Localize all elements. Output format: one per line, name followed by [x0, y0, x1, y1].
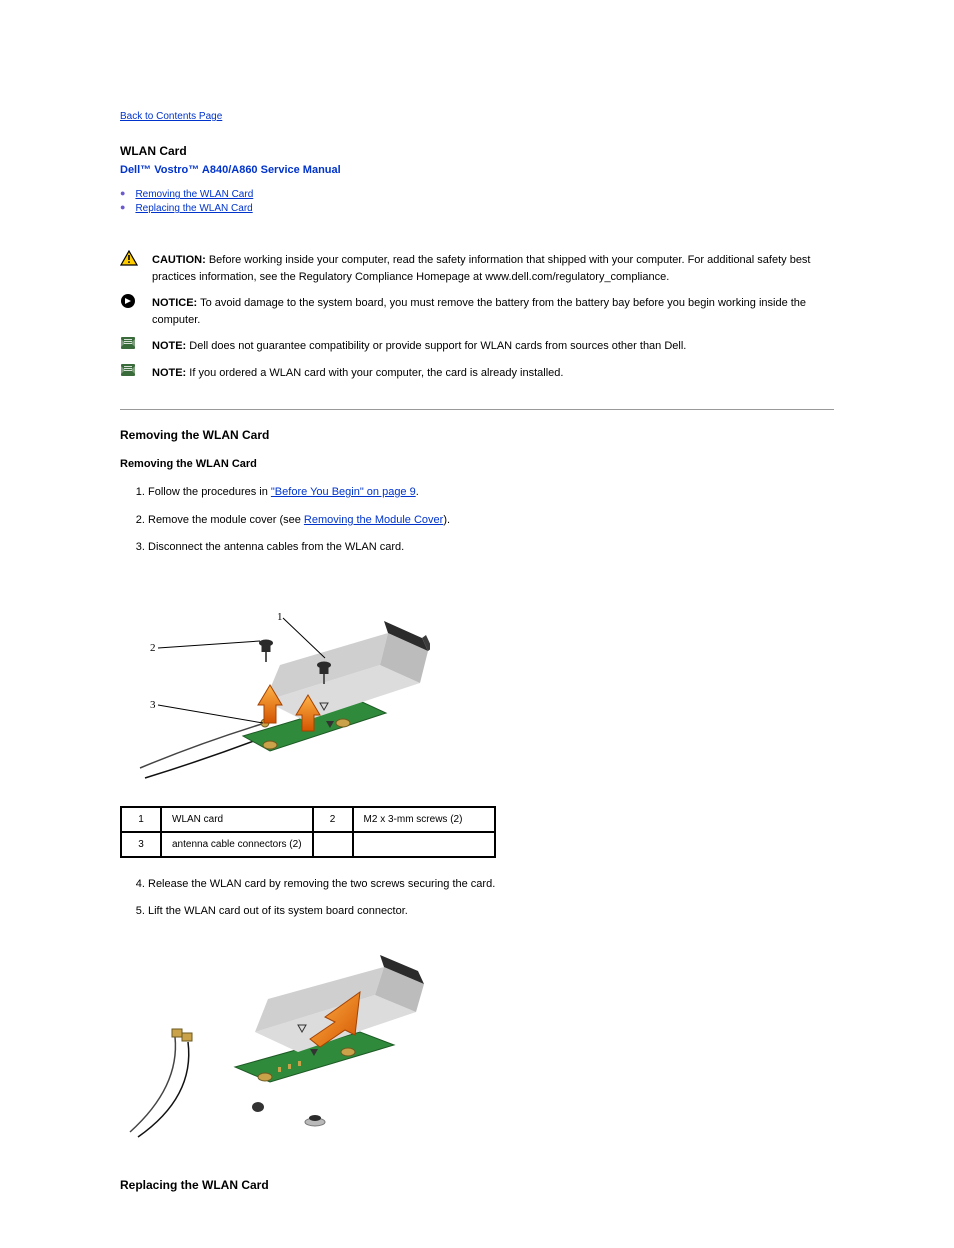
- removing-step-heading: Removing the WLAN Card: [120, 458, 834, 470]
- removing-heading: Removing the WLAN Card: [120, 428, 834, 442]
- step1-pre: Follow the procedures in: [148, 486, 271, 498]
- removing-steps-contd: Release the WLAN card by removing the tw…: [120, 876, 834, 921]
- note1-callout: NOTE: Dell does not guarantee compatibil…: [120, 338, 834, 355]
- step3-text: Disconnect the antenna cables from the W…: [148, 541, 404, 553]
- svg-text:1: 1: [277, 611, 283, 623]
- note1-text: Dell does not guarantee compatibility or…: [186, 340, 686, 352]
- parts-legend-table: 1 WLAN card 2 M2 x 3-mm screws (2) 3 ant…: [120, 806, 496, 858]
- step4-text: Release the WLAN card by removing the tw…: [148, 876, 834, 894]
- caution-icon: [120, 250, 144, 266]
- note2-label: NOTE:: [152, 367, 186, 379]
- svg-text:3: 3: [150, 699, 156, 711]
- page-title: WLAN Card: [120, 144, 834, 158]
- removing-steps: Follow the procedures in "Before You Beg…: [120, 484, 834, 557]
- replacing-heading: Replacing the WLAN Card: [120, 1178, 834, 1192]
- note1-label: NOTE:: [152, 340, 186, 352]
- caution-label: CAUTION:: [152, 254, 206, 266]
- notice-callout: NOTICE: To avoid damage to the system bo…: [120, 295, 834, 328]
- figure-wlan-callouts: 1 2 3: [120, 573, 834, 796]
- legend-num: 2: [313, 807, 353, 832]
- legend-num: [313, 832, 353, 857]
- legend-num: 3: [121, 832, 161, 857]
- step2-post: ).: [443, 514, 450, 526]
- notice-label: NOTICE:: [152, 297, 197, 309]
- note-icon: [120, 363, 144, 377]
- note2-callout: NOTE: If you ordered a WLAN card with yo…: [120, 365, 834, 382]
- notice-icon: [120, 293, 144, 309]
- before-you-begin-link[interactable]: "Before You Begin" on page 9: [271, 486, 416, 498]
- step1-post: .: [416, 486, 419, 498]
- step2-pre: Remove the module cover (see: [148, 514, 304, 526]
- back-to-contents-link[interactable]: Back to Contents Page: [120, 111, 222, 122]
- figure-wlan-lift: [120, 937, 834, 1150]
- legend-label: [353, 832, 495, 857]
- manual-subtitle: Dell™ Vostro™ A840/A860 Service Manual: [120, 164, 834, 176]
- note-icon: [120, 336, 144, 350]
- legend-label: WLAN card: [161, 807, 313, 832]
- toc-link-remove[interactable]: Removing the WLAN Card: [135, 189, 253, 200]
- toc-link-replace[interactable]: Replacing the WLAN Card: [135, 203, 252, 214]
- section-divider: [120, 409, 834, 410]
- svg-text:2: 2: [150, 642, 156, 654]
- legend-label: M2 x 3-mm screws (2): [353, 807, 495, 832]
- legend-label: antenna cable connectors (2): [161, 832, 313, 857]
- note2-text: If you ordered a WLAN card with your com…: [186, 367, 563, 379]
- removing-module-cover-link[interactable]: Removing the Module Cover: [304, 514, 443, 526]
- notice-text: To avoid damage to the system board, you…: [152, 297, 806, 326]
- step5-text: Lift the WLAN card out of its system boa…: [148, 903, 834, 921]
- caution-callout: CAUTION: Before working inside your comp…: [120, 252, 834, 285]
- legend-num: 1: [121, 807, 161, 832]
- table-of-contents: Removing the WLAN Card Replacing the WLA…: [120, 188, 834, 214]
- caution-text: Before working inside your computer, rea…: [152, 254, 811, 283]
